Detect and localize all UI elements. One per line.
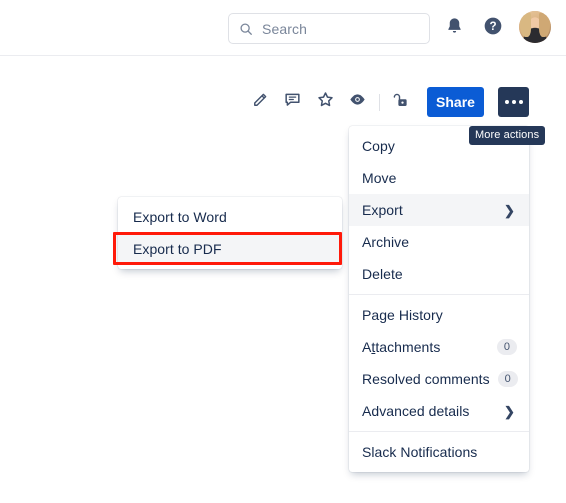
menu-item-label: Resolved comments [362, 371, 490, 387]
menu-item-label: Archive [362, 234, 410, 250]
edit-button[interactable] [244, 84, 276, 120]
menu-item-label: Export [362, 202, 403, 218]
menu-item-label: Export to PDF [133, 241, 222, 257]
unlock-restrictions-icon [392, 91, 410, 114]
menu-item-resolved-comments[interactable]: Resolved comments 0 [349, 363, 529, 395]
help-button[interactable]: ? [478, 13, 508, 43]
more-actions-menu: Copy Move Export ❯ Archive Delete Page H… [349, 126, 529, 472]
export-submenu: Export to Word Export to PDF [118, 197, 342, 269]
menu-item-page-history[interactable]: Page History [349, 299, 529, 331]
toolbar-divider [379, 94, 380, 111]
menu-separator-2 [349, 431, 529, 432]
menu-item-attachments[interactable]: Attachments 0 [349, 331, 529, 363]
avatar-hair-left [520, 13, 531, 37]
edit-pencil-icon [251, 91, 269, 114]
comment-button[interactable] [276, 84, 308, 120]
top-navigation-bar: Search ? [0, 0, 566, 56]
menu-item-label: Advanced details [362, 403, 470, 419]
search-input[interactable]: Search [228, 13, 430, 44]
comment-icon [283, 90, 302, 114]
menu-item-export-to-word[interactable]: Export to Word [118, 201, 342, 233]
menu-item-export[interactable]: Export ❯ [349, 194, 529, 226]
menu-item-export-to-pdf[interactable]: Export to PDF [118, 233, 342, 265]
attachments-count-badge: 0 [497, 339, 517, 355]
avatar[interactable] [519, 11, 551, 43]
menu-item-label: Page History [362, 307, 443, 323]
menu-item-label: Slack Notifications [362, 444, 478, 460]
search-icon [239, 22, 253, 36]
watch-eye-icon [348, 90, 367, 114]
menu-item-slack-notifications[interactable]: Slack Notifications [349, 436, 529, 468]
svg-text:?: ? [489, 20, 496, 33]
more-actions-button[interactable] [498, 87, 529, 117]
avatar-hair-right [539, 13, 550, 37]
more-dot-1 [504, 100, 509, 104]
accesskey-underline: t [371, 339, 376, 355]
more-dot-2 [511, 100, 516, 104]
notifications-button[interactable] [439, 13, 469, 43]
more-actions-tooltip: More actions [469, 126, 546, 145]
menu-item-label: Export to Word [133, 209, 227, 225]
resolved-comments-count-badge: 0 [497, 371, 518, 387]
more-dot-3 [518, 100, 523, 104]
page-action-toolbar: Share [0, 84, 566, 120]
restrictions-button[interactable] [385, 84, 417, 120]
search-placeholder-text: Search [262, 20, 307, 37]
star-icon [316, 90, 335, 114]
menu-item-label: Move [362, 170, 397, 186]
share-button[interactable]: Share [427, 87, 484, 117]
menu-item-archive[interactable]: Archive [349, 226, 529, 258]
chevron-right-icon: ❯ [504, 403, 515, 419]
star-button[interactable] [309, 84, 341, 120]
menu-item-move[interactable]: Move [349, 162, 529, 194]
chevron-right-icon: ❯ [504, 202, 515, 218]
bell-icon [445, 16, 464, 40]
menu-item-label: Delete [362, 266, 403, 282]
help-circle-icon: ? [483, 16, 503, 41]
menu-item-advanced-details[interactable]: Advanced details ❯ [349, 395, 529, 427]
watch-button[interactable] [341, 84, 373, 120]
menu-item-delete[interactable]: Delete [349, 258, 529, 290]
menu-item-label: Attachments [362, 339, 441, 355]
menu-separator-1 [349, 294, 529, 295]
